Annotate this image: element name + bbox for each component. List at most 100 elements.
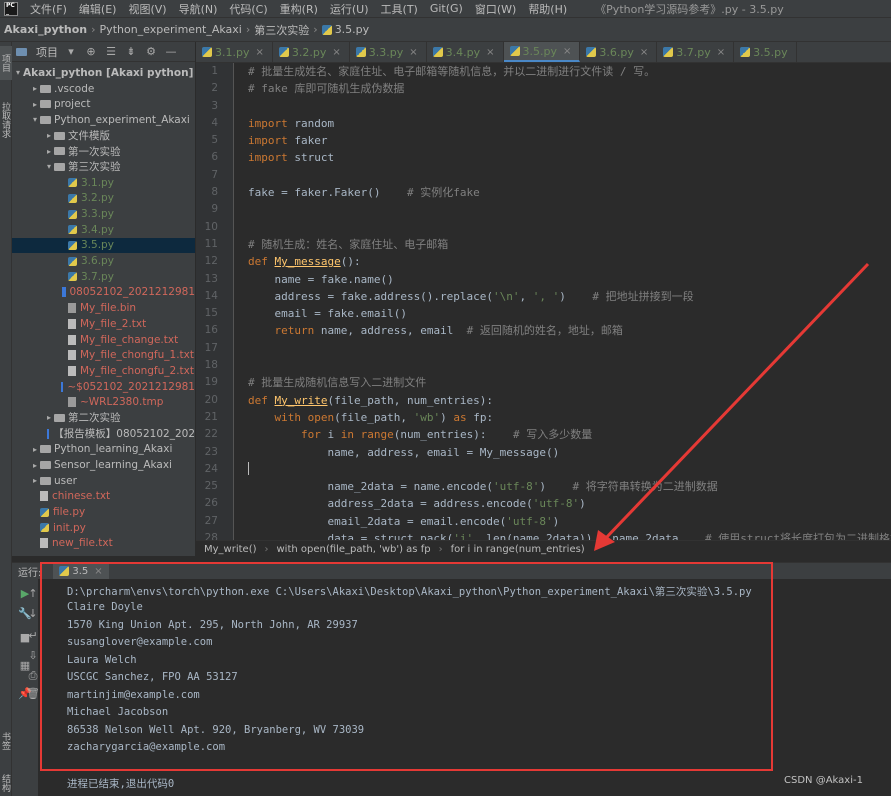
code-crumb-with[interactable]: with open(file_path, 'wb') as fp [277,544,431,555]
menu-refactor[interactable]: 重构(R) [274,1,324,17]
code-line[interactable]: name_2data = name.encode('utf-8') # 将字符串… [248,478,888,495]
code-crumb-for[interactable]: for i in range(num_entries) [451,544,585,555]
code-line[interactable] [248,219,888,236]
menu-view[interactable]: 视图(V) [122,1,172,17]
tool-tab-pull-requests[interactable]: 拉取请求 [0,92,12,148]
editor-tab[interactable]: 3.6.py × [580,42,658,62]
tree-item[interactable]: ~$052102_2021212981 [12,379,195,395]
close-icon[interactable]: × [486,47,494,58]
code-crumb-function[interactable]: My_write() [204,544,257,555]
editor-tab[interactable]: 3.1.py × [196,42,273,62]
menu-code[interactable]: 代码(C) [223,1,273,17]
menu-help[interactable]: 帮助(H) [522,1,573,17]
crumb-file[interactable]: 3.5.py [335,23,369,36]
tree-item[interactable]: ▸ project [12,96,195,112]
code-line[interactable] [248,461,888,478]
code-editor[interactable]: 1 2 3 4 5 6 7 8 9 10 11 12 13 14 15 16 17 18 19 20 21 22 23 24 2… [196,63,891,540]
menu-file[interactable]: 文件(F) [24,1,73,17]
tree-item[interactable]: ▸ 文件模版 [12,128,195,144]
tree-item[interactable]: init.py [12,520,195,536]
code-line[interactable]: with open(file_path, 'wb') as fp: [248,409,888,426]
editor-tab[interactable]: 3.2.py × [273,42,350,62]
code-line[interactable]: import random [248,115,888,132]
menu-navigate[interactable]: 导航(N) [173,1,224,17]
tree-item[interactable]: ▸ Python_learning_Akaxi [12,442,195,458]
code-area[interactable]: # 批量生成姓名、家庭住址、电子邮箱等随机信息，并以二进制进行文件读 / 写。 #… [248,63,891,540]
menu-tools[interactable]: 工具(T) [375,1,424,17]
tree-item[interactable]: My_file_chongfu_2.txt [12,363,195,379]
tree-item[interactable]: 3.6.py [12,253,195,269]
tree-item[interactable]: ▸ 第二次实验 [12,410,195,426]
close-icon[interactable]: × [94,566,102,577]
close-icon[interactable]: × [255,47,263,58]
run-tab[interactable]: 3.5 × [53,562,109,580]
code-line[interactable]: name, address, email = My_message() [248,444,888,461]
tree-item[interactable]: My_file_2.txt [12,316,195,332]
code-line[interactable]: # fake 库即可随机生成伪数据 [248,80,888,97]
code-line[interactable]: email_2data = email.encode('utf-8') [248,513,888,530]
tree-item[interactable]: new_file.txt [12,536,195,552]
chevron-right-icon[interactable]: ▸ [30,100,40,109]
code-line[interactable]: address_2data = address.encode('utf-8') [248,495,888,512]
chevron-right-icon[interactable]: ▸ [44,147,54,156]
tree-item[interactable]: ▾Akaxi_python [Akaxi python]D:\ [12,65,195,81]
chevron-right-icon[interactable]: ▸ [44,131,54,140]
tool-tab-project[interactable]: 项目 [0,46,12,80]
tree-item[interactable]: 3.3.py [12,206,195,222]
crumb-subfolder[interactable]: 第三次实验 [254,22,309,38]
code-line[interactable] [248,340,888,357]
tree-item[interactable]: 3.4.py [12,222,195,238]
close-icon[interactable]: × [717,47,725,58]
tree-item[interactable]: My_file_chongfu_1.txt [12,347,195,363]
code-line[interactable]: for i in range(num_entries): # 写入多少数量 [248,426,888,443]
code-line[interactable] [248,167,888,184]
crumb-project[interactable]: Akaxi_python [4,23,87,36]
run-console-output[interactable]: D:\prcharm\envs\torch\python.exe C:\User… [38,579,891,796]
close-icon[interactable]: × [563,46,571,57]
code-line[interactable] [248,201,888,218]
chevron-down-icon[interactable]: ▾ [30,115,40,124]
chevron-right-icon[interactable]: ▸ [30,461,40,470]
code-line[interactable]: import struct [248,149,888,166]
tree-item[interactable]: ▾ Python_experiment_Akaxi [12,112,195,128]
code-line[interactable]: # 批量生成随机信息写入二进制文件 [248,374,888,391]
tree-item[interactable]: 3.7.py [12,269,195,285]
expand-all-icon[interactable]: ☰ [104,45,118,58]
code-line[interactable]: data = struct.pack('i', len(name_2data))… [248,530,891,540]
menu-window[interactable]: 窗口(W) [469,1,522,17]
code-line[interactable]: def My_message(): [248,253,888,270]
tree-item[interactable]: 3.2.py [12,191,195,207]
close-icon[interactable]: × [409,47,417,58]
editor-tab[interactable]: 3.4.py × [427,42,504,62]
tree-item[interactable]: 3.5.py [12,237,195,254]
code-line[interactable]: fake = faker.Faker() # 实例化fake [248,184,888,201]
close-icon[interactable]: × [640,47,648,58]
chevron-down-icon[interactable]: ▾ [44,162,54,171]
dropdown-chevron-icon[interactable]: ▾ [64,45,78,58]
menu-edit[interactable]: 编辑(E) [73,1,123,17]
tree-item[interactable]: chinese.txt [12,489,195,505]
editor-tab[interactable]: 3.5.py [734,42,797,62]
tree-item[interactable]: My_file_change.txt [12,332,195,348]
code-line[interactable]: name = fake.name() [248,271,888,288]
tree-item[interactable]: ▸ user [12,473,195,489]
collapse-all-icon[interactable]: ⇟ [124,45,138,58]
menu-run[interactable]: 运行(U) [324,1,375,17]
tree-item[interactable]: My_file.bin [12,300,195,316]
code-line[interactable]: return name, address, email # 返回随机的姓名，地址… [248,322,888,339]
chevron-right-icon[interactable]: ▸ [44,413,54,422]
code-line[interactable] [248,357,888,374]
editor-tab[interactable]: 3.7.py × [657,42,735,62]
tree-item[interactable]: 3.1.py [12,175,195,191]
close-icon[interactable]: × [332,47,340,58]
code-line[interactable]: # 随机生成：姓名、家庭住址、电子邮箱 [248,236,888,253]
tool-tab-structure[interactable]: 结构 [0,770,12,796]
code-line[interactable]: address = fake.address().replace('\n', '… [248,288,888,305]
code-line[interactable]: email = fake.email() [248,305,888,322]
menu-git[interactable]: Git(G) [424,2,469,15]
code-line[interactable]: # 批量生成姓名、家庭住址、电子邮箱等随机信息，并以二进制进行文件读 / 写。 [248,63,888,80]
project-panel-title[interactable]: 项目 [36,44,58,60]
tree-item[interactable]: ▸ .vscode [12,81,195,97]
tree-item[interactable]: ▸ Sensor_learning_Akaxi [12,457,195,473]
editor-tab[interactable]: 3.5.py × [503,42,581,62]
